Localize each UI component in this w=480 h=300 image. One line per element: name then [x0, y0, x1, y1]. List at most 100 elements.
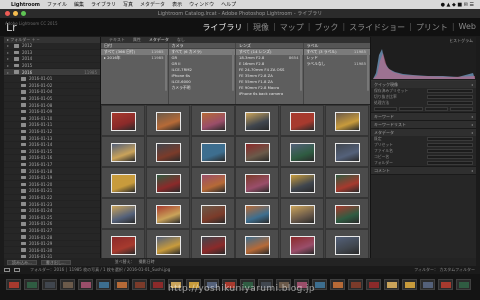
filmstrip-thumbnail[interactable]: [348, 279, 363, 290]
grid-cell[interactable]: [101, 105, 145, 136]
photo-thumbnail[interactable]: [155, 112, 181, 131]
qd-button[interactable]: [424, 107, 448, 111]
column-scrollbar[interactable]: [232, 51, 234, 91]
filmstrip-thumbnail[interactable]: [366, 279, 381, 290]
disclosure-triangle-icon[interactable]: ▸: [7, 50, 11, 55]
grid-cell[interactable]: [190, 229, 235, 258]
import-button[interactable]: 読み込み...: [7, 259, 37, 265]
row-field[interactable]: [427, 89, 473, 93]
module-book[interactable]: ブック: [314, 22, 338, 33]
photo-thumbnail[interactable]: [111, 236, 136, 255]
folder-row[interactable]: 2016-01-15: [4, 149, 100, 156]
primary-display-icon[interactable]: [4, 268, 10, 272]
folder-row[interactable]: 2016-01-01: [4, 76, 100, 83]
menu-help[interactable]: ヘルプ: [221, 1, 236, 8]
collapse-triangle-icon[interactable]: ◂: [471, 130, 473, 135]
grid-cell[interactable]: [145, 229, 190, 258]
folder-row[interactable]: 2016-01-25: [4, 214, 100, 222]
grid-cell[interactable]: [325, 136, 369, 167]
grid-cell[interactable]: [190, 136, 235, 167]
photo-thumbnail[interactable]: [290, 236, 316, 255]
photo-thumbnail[interactable]: [111, 112, 136, 131]
grid-cell[interactable]: [101, 136, 145, 167]
grid-cell[interactable]: [325, 229, 369, 258]
row-field[interactable]: [427, 143, 473, 147]
collapse-triangle-icon[interactable]: ◂: [471, 122, 473, 127]
folder-row[interactable]: 2016-01-20: [4, 181, 100, 189]
photo-thumbnail[interactable]: [155, 205, 181, 224]
folder-row[interactable]: 2016-01-09: [4, 109, 100, 116]
photo-thumbnail[interactable]: [335, 112, 360, 131]
menu-metadata[interactable]: メタデータ: [140, 1, 165, 8]
photo-thumbnail[interactable]: [245, 174, 271, 193]
source-breadcrumb[interactable]: フォルダー：2016 │ 11985 枚の写真 / 1 枚を選択 / 2016-…: [30, 267, 170, 273]
folder-row[interactable]: 2016-01-29: [4, 241, 100, 248]
photo-thumbnail[interactable]: [290, 205, 316, 224]
folder-row[interactable]: 2016-01-19: [4, 175, 100, 182]
row-field[interactable]: [427, 149, 473, 153]
folder-row[interactable]: ▸ 2016 11985: [4, 69, 100, 76]
grid-cell[interactable]: [101, 167, 145, 198]
filmstrip-thumbnail[interactable]: [24, 279, 39, 290]
folder-row[interactable]: 2016-01-11: [4, 122, 100, 129]
grid-cell[interactable]: [280, 229, 325, 258]
filmstrip-thumbnail[interactable]: [60, 279, 75, 290]
module-library[interactable]: ライブラリ: [202, 22, 242, 33]
photo-thumbnail[interactable]: [245, 143, 271, 162]
photo-thumbnail[interactable]: [155, 143, 181, 162]
folder-row[interactable]: 2016-01-21: [4, 188, 100, 195]
filmstrip-thumbnail[interactable]: [6, 279, 21, 290]
grid-cell[interactable]: [145, 136, 190, 167]
section-header[interactable]: キーワードリスト ◂: [371, 121, 476, 128]
photo-thumbnail[interactable]: [200, 112, 226, 131]
grid-cell[interactable]: [325, 167, 369, 198]
disclosure-triangle-icon[interactable]: ▸: [7, 56, 11, 61]
menu-view[interactable]: 表示: [172, 1, 182, 8]
menu-photo[interactable]: 写真: [123, 1, 133, 8]
module-develop[interactable]: 現像: [253, 22, 269, 33]
disclosure-triangle-icon[interactable]: ▸: [7, 63, 11, 68]
collapse-triangle-icon[interactable]: ◂: [471, 114, 473, 119]
filmstrip-thumbnail[interactable]: [96, 279, 111, 290]
grid-cell[interactable]: [235, 229, 280, 258]
app-menu[interactable]: Lightroom: [11, 2, 40, 8]
column-scrollbar[interactable]: [299, 51, 302, 91]
disclosure-triangle-icon[interactable]: ▸: [7, 70, 11, 75]
photo-thumbnail[interactable]: [111, 143, 136, 162]
module-map[interactable]: マップ: [280, 22, 304, 33]
section-header[interactable]: コメント ◂: [371, 167, 476, 174]
column-scrollbar[interactable]: [164, 51, 167, 91]
metadata-item[interactable]: カメラ不明: [169, 85, 236, 91]
filmstrip-thumbnail[interactable]: [330, 279, 345, 290]
menu-file[interactable]: ファイル: [47, 1, 67, 8]
qd-button[interactable]: [399, 107, 423, 111]
folder-row[interactable]: 2016-01-12: [4, 129, 100, 136]
grid-cell[interactable]: [280, 136, 325, 167]
grid-cell[interactable]: [190, 198, 235, 229]
module-slideshow[interactable]: スライドショー: [349, 22, 405, 33]
grid-cell[interactable]: [190, 167, 235, 198]
folder-row[interactable]: 2016-01-28: [4, 234, 100, 241]
grid-cell[interactable]: [325, 105, 369, 136]
grid-cell[interactable]: [145, 105, 190, 136]
secondary-display-icon[interactable]: [14, 268, 20, 272]
grid-cell[interactable]: [325, 198, 369, 229]
folder-row[interactable]: 2016-01-26: [4, 221, 100, 228]
folder-row[interactable]: 2016-01-30: [4, 247, 100, 254]
disclosure-triangle-icon[interactable]: ▸: [7, 43, 11, 48]
photo-thumbnail[interactable]: [155, 236, 181, 255]
qd-button[interactable]: [374, 107, 398, 111]
folder-row[interactable]: 2016-01-24: [4, 208, 100, 215]
menu-edit[interactable]: 編集: [74, 1, 84, 8]
folder-row[interactable]: 2016-01-27: [4, 228, 100, 235]
metadata-item[interactable]: ラベルなし 11985: [304, 61, 371, 67]
module-print[interactable]: プリント: [416, 22, 448, 33]
photo-thumbnail[interactable]: [111, 205, 136, 224]
metadata-item[interactable]: iPhone 6s back camera: [236, 91, 303, 97]
filmstrip-thumbnail[interactable]: [402, 279, 417, 290]
folder-row[interactable]: 2016-01-13: [4, 135, 100, 142]
grid-cell[interactable]: [101, 229, 145, 258]
folder-row[interactable]: 2016-01-08: [4, 102, 100, 109]
folder-row[interactable]: 2016-01-23: [4, 201, 100, 208]
filmstrip-thumbnail[interactable]: [420, 279, 435, 290]
